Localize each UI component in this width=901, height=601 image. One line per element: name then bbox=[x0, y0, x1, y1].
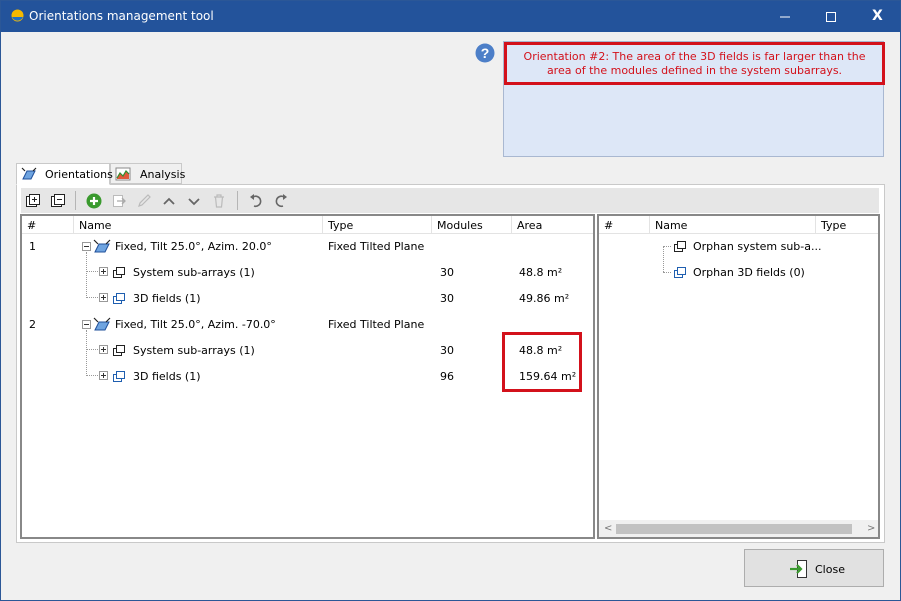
undo-button[interactable] bbox=[247, 192, 265, 210]
expand-toggle[interactable] bbox=[99, 267, 108, 276]
column-header-area[interactable]: Area bbox=[512, 216, 593, 234]
move-down-button[interactable] bbox=[185, 192, 203, 210]
orphan-3d-fields-name: Orphan 3D fields (0) bbox=[693, 266, 805, 279]
orientation-type: Fixed Tilted Plane bbox=[328, 240, 425, 253]
toolbar bbox=[21, 188, 879, 213]
redo-button[interactable] bbox=[272, 192, 290, 210]
modules-value: 96 bbox=[440, 370, 454, 383]
expand-toggle[interactable] bbox=[99, 345, 108, 354]
delete-button bbox=[210, 192, 228, 210]
redo-icon bbox=[275, 194, 287, 208]
edit-button bbox=[135, 192, 153, 210]
3d-field-icon bbox=[113, 293, 125, 304]
subarrays-name: System sub-arrays (1) bbox=[133, 344, 255, 357]
column-header-number[interactable]: # bbox=[22, 216, 74, 234]
orientation-type: Fixed Tilted Plane bbox=[328, 318, 425, 331]
area-value: 49.86 m² bbox=[519, 292, 570, 305]
undo-icon bbox=[250, 194, 262, 208]
tab-orientations-label: Orientations bbox=[45, 168, 113, 181]
horizontal-scrollbar[interactable]: < > bbox=[599, 520, 878, 537]
title-bar[interactable]: Orientations management tool X bbox=[1, 1, 900, 32]
tab-analysis-label: Analysis bbox=[140, 168, 186, 181]
table-header: # Name Type Modules Area bbox=[22, 216, 593, 234]
exit-icon bbox=[790, 560, 807, 578]
maximize-button[interactable] bbox=[808, 1, 854, 32]
maximize-icon bbox=[826, 12, 836, 22]
modules-value: 30 bbox=[440, 266, 454, 279]
column-header-type[interactable]: Type bbox=[816, 216, 878, 234]
orientation-name: Fixed, Tilt 25.0°, Azim. -70.0° bbox=[115, 318, 276, 331]
column-header-type[interactable]: Type bbox=[323, 216, 432, 234]
table-row[interactable]: 1 Fixed, Tilt 25.0°, Azim. 20.0° Fixed T… bbox=[22, 234, 593, 260]
column-header-name[interactable]: Name bbox=[650, 216, 816, 234]
collapse-toggle[interactable] bbox=[82, 242, 91, 251]
orientation-icon bbox=[93, 317, 111, 331]
orientation-icon bbox=[93, 239, 111, 253]
subarray-icon bbox=[113, 345, 125, 356]
tab-orientations[interactable]: Orientations bbox=[16, 163, 113, 185]
column-header-modules[interactable]: Modules bbox=[432, 216, 512, 234]
scroll-thumb[interactable] bbox=[616, 524, 852, 534]
modules-value: 30 bbox=[440, 344, 454, 357]
scroll-left-icon[interactable]: < bbox=[604, 523, 612, 534]
row-number: 1 bbox=[29, 240, 36, 253]
table-row[interactable]: System sub-arrays (1) 30 48.8 m² bbox=[22, 260, 593, 286]
app-icon bbox=[11, 9, 24, 22]
table-row[interactable]: 3D fields (1) 30 49.86 m² bbox=[22, 286, 593, 312]
close-icon: X bbox=[872, 8, 883, 24]
table-header: # Name Type bbox=[599, 216, 878, 234]
column-header-name[interactable]: Name bbox=[74, 216, 323, 234]
move-up-button[interactable] bbox=[160, 192, 178, 210]
toolbar-separator bbox=[237, 191, 238, 210]
expand-toggle[interactable] bbox=[99, 371, 108, 380]
orientations-window: Orientations management tool X ? Orienta… bbox=[0, 0, 901, 601]
minimize-button[interactable] bbox=[762, 1, 808, 32]
modules-value: 30 bbox=[440, 292, 454, 305]
svg-text:?: ? bbox=[481, 45, 490, 61]
expand-toggle[interactable] bbox=[99, 293, 108, 302]
expand-all-icon bbox=[26, 194, 40, 207]
move-up-icon bbox=[163, 197, 175, 205]
subarrays-name: System sub-arrays (1) bbox=[133, 266, 255, 279]
edit-icon bbox=[138, 194, 151, 207]
add-button[interactable] bbox=[85, 192, 103, 210]
collapse-all-button[interactable] bbox=[49, 192, 67, 210]
add-icon bbox=[86, 193, 102, 209]
orphans-table[interactable]: # Name Type Orphan system sub-a... Orpha… bbox=[597, 214, 880, 539]
delete-icon bbox=[214, 194, 224, 208]
column-header-number[interactable]: # bbox=[599, 216, 650, 234]
move-down-icon bbox=[188, 198, 200, 206]
window-close-button[interactable]: X bbox=[854, 1, 900, 32]
orphan-subarrays-name: Orphan system sub-a... bbox=[693, 240, 822, 253]
3d-field-icon bbox=[113, 371, 125, 382]
toolbar-separator bbox=[75, 191, 76, 210]
row-number: 2 bbox=[29, 318, 36, 331]
subarray-icon bbox=[113, 267, 125, 278]
close-button[interactable]: Close bbox=[744, 549, 884, 587]
analysis-chart-icon bbox=[115, 167, 131, 181]
area-value: 48.8 m² bbox=[519, 266, 563, 279]
3d-fields-name: 3D fields (1) bbox=[133, 370, 201, 383]
move-icon bbox=[113, 195, 126, 207]
3d-field-icon bbox=[674, 267, 686, 278]
scroll-right-icon[interactable]: > bbox=[867, 523, 875, 534]
3d-fields-name: 3D fields (1) bbox=[133, 292, 201, 305]
list-item[interactable]: Orphan 3D fields (0) bbox=[599, 260, 878, 286]
collapse-toggle[interactable] bbox=[82, 320, 91, 329]
area-highlight bbox=[502, 332, 582, 392]
collapse-all-icon bbox=[51, 194, 65, 207]
help-icon[interactable]: ? bbox=[475, 43, 495, 63]
orientation-icon bbox=[21, 167, 37, 180]
list-item[interactable]: Orphan system sub-a... bbox=[599, 234, 878, 260]
move-button bbox=[110, 192, 128, 210]
window-title: Orientations management tool bbox=[29, 9, 214, 23]
warning-message: Orientation #2: The area of the 3D field… bbox=[504, 42, 885, 85]
subarray-icon bbox=[674, 241, 686, 252]
close-button-label: Close bbox=[815, 563, 845, 576]
minimize-icon bbox=[780, 16, 790, 18]
tab-analysis[interactable]: Analysis bbox=[110, 163, 186, 184]
warning-panel: Orientation #2: The area of the 3D field… bbox=[503, 41, 885, 157]
orientation-name: Fixed, Tilt 25.0°, Azim. 20.0° bbox=[115, 240, 272, 253]
expand-all-button[interactable] bbox=[24, 192, 42, 210]
